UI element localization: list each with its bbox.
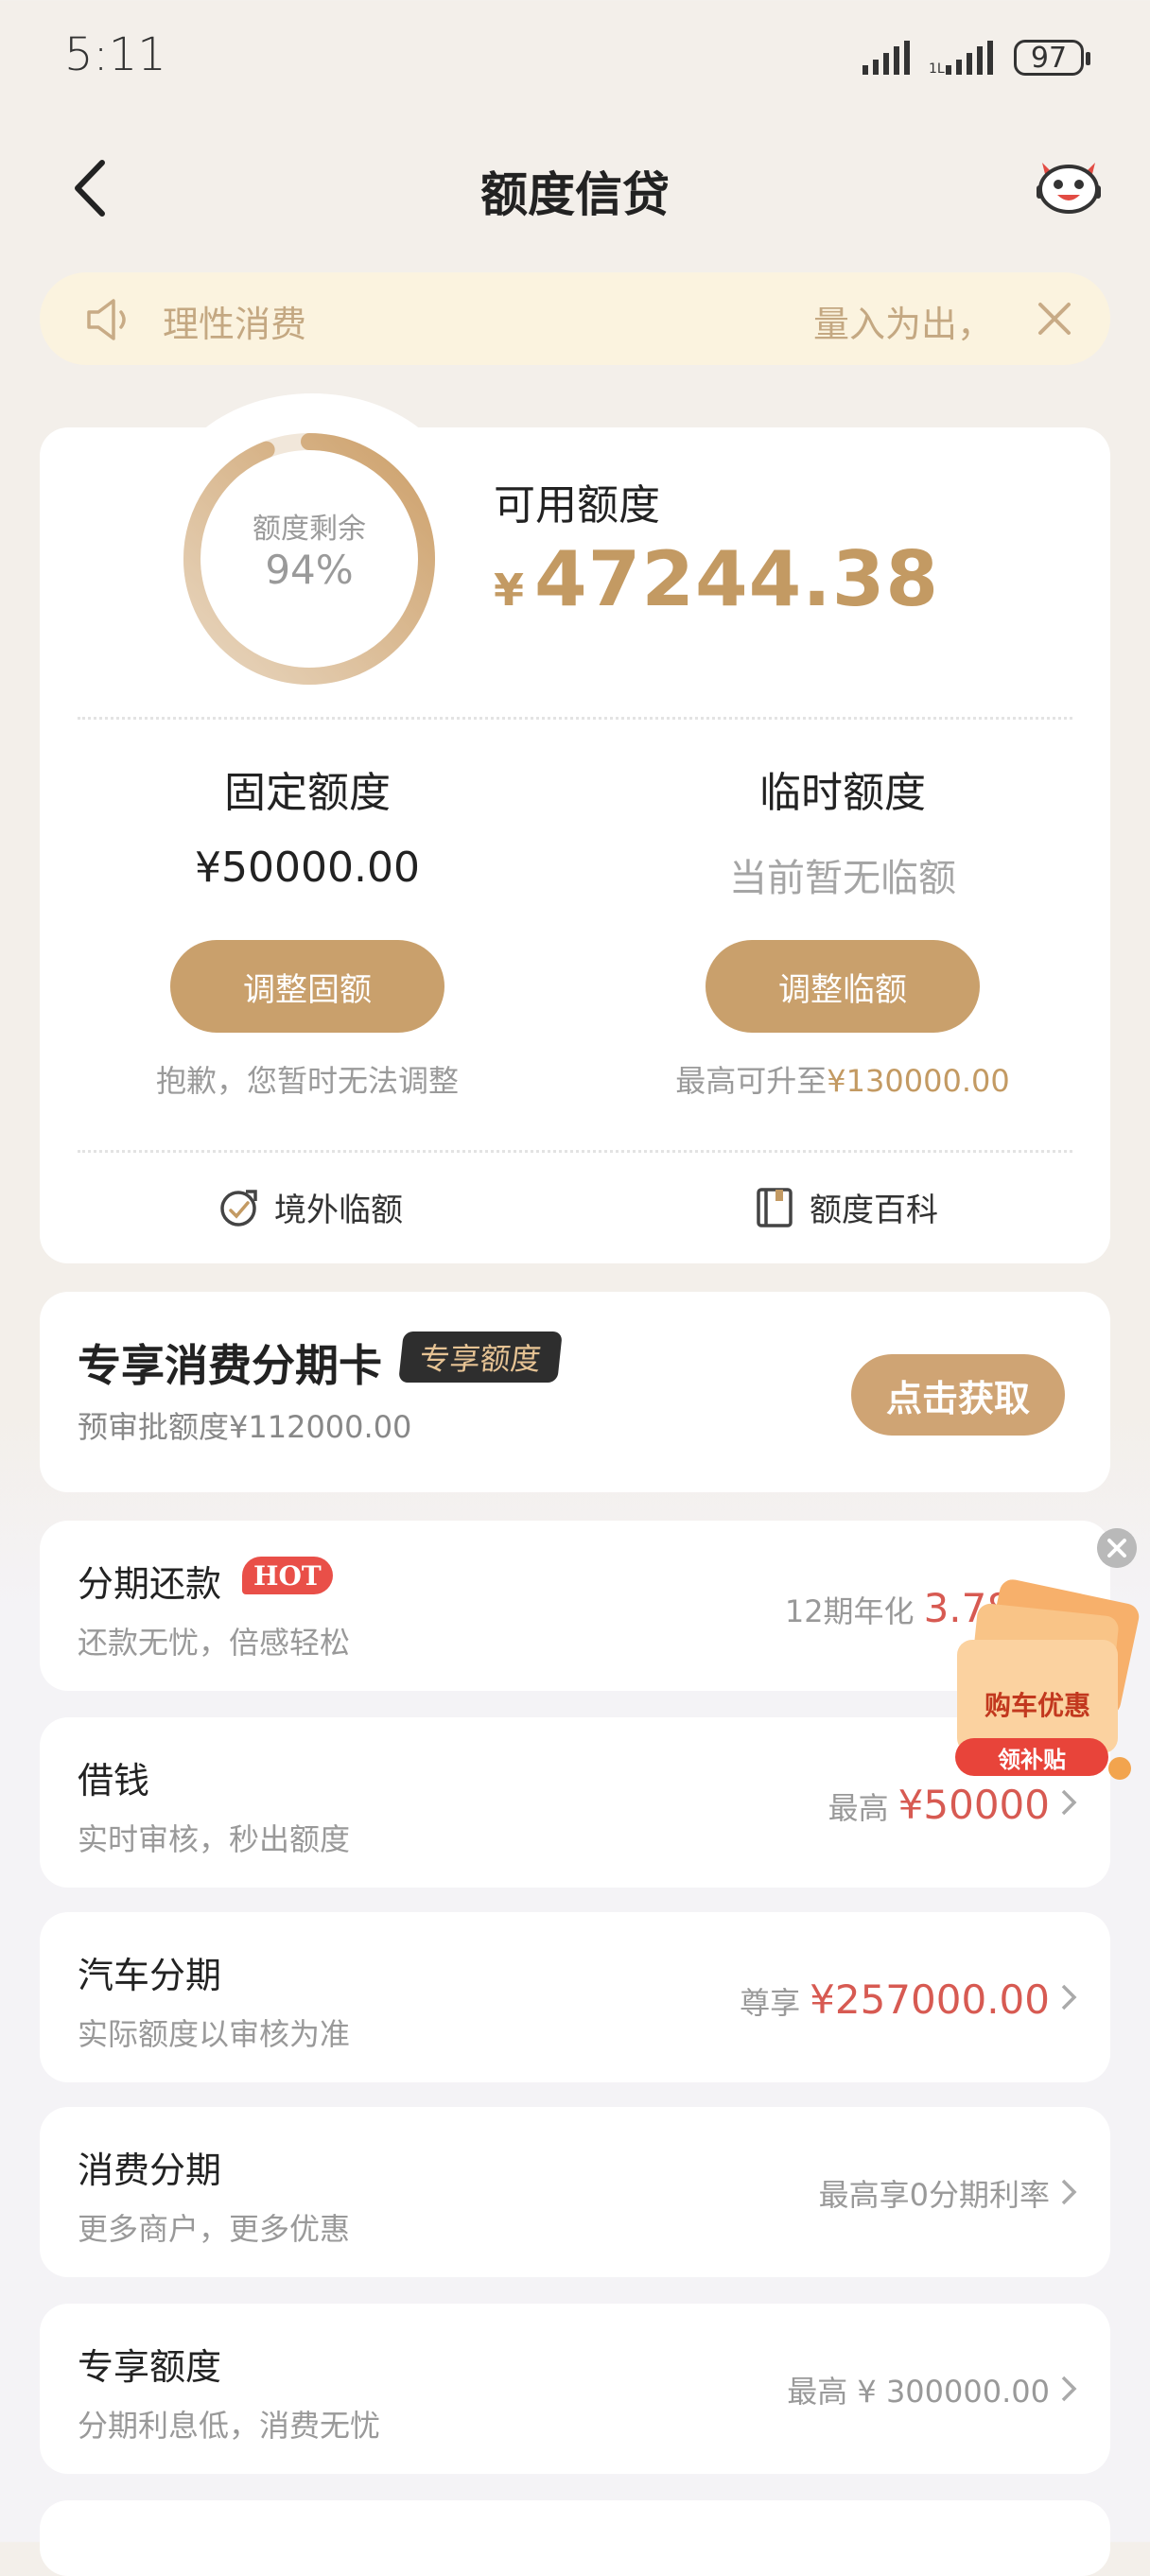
row-right-prefix: 最高 ¥ 300000.00 — [787, 2374, 1050, 2410]
row-subtitle: 还款无忧，倍感轻松 — [78, 1625, 351, 1661]
adjust-temporary-button[interactable]: 调整临额 — [706, 940, 980, 1033]
adjust-fixed-button[interactable]: 调整固额 — [170, 940, 444, 1033]
ring-percent: 94% — [265, 547, 354, 593]
fixed-note: 抱歉，您暂时无法调整 — [155, 1063, 459, 1099]
svg-text:1L: 1L — [929, 61, 945, 75]
row-title: 消费分期 — [78, 2150, 222, 2191]
row-right-prefix: 12期年化 — [784, 1593, 915, 1629]
overseas-label: 境外临额 — [274, 1192, 403, 1229]
get-button[interactable]: 点击获取 — [851, 1354, 1065, 1436]
row-right-prefix: 最高 — [828, 1790, 889, 1826]
chevron-right-icon — [1061, 1789, 1077, 1816]
credit-card: 额度剩余 94% 可用额度 ¥47244.38 固定额度 临时额度 ¥50000… — [40, 393, 1110, 1263]
row-subtitle: 实时审核，秒出额度 — [78, 1821, 351, 1857]
row-subtitle: 实际额度以审核为准 — [78, 2016, 351, 2052]
row-right: 最高 ¥ 300000.00 — [787, 2368, 1050, 2411]
row-title: 借钱 — [78, 1760, 150, 1801]
list-item-exclusive-credit[interactable]: 专享额度 分期利息低，消费无忧 最高 ¥ 300000.00 — [40, 2304, 1110, 2474]
battery-level: 97 — [1030, 41, 1068, 75]
fixed-title: 固定额度 — [224, 769, 391, 817]
page-title: 额度信贷 — [480, 167, 670, 222]
credit-wiki-link[interactable]: 额度百科 — [753, 1184, 938, 1230]
close-icon[interactable] — [1097, 1528, 1137, 1568]
signal-2-icon: 1L — [929, 41, 993, 75]
overseas-icon — [220, 1189, 257, 1227]
installment-card-title: 专享消费分期卡 — [78, 1340, 382, 1391]
close-icon[interactable] — [1033, 297, 1076, 340]
row-right-value: ¥50000 — [897, 1782, 1050, 1828]
notice-text-scrolling: 量入为出， — [812, 304, 993, 345]
temporary-note: 最高可升至¥130000.00 — [575, 1057, 1110, 1101]
ring-label: 额度剩余 — [253, 513, 366, 546]
status-icons: 1L 97 — [861, 36, 1090, 79]
divider — [78, 717, 1072, 720]
signal-icon — [862, 41, 910, 75]
credit-wiki-label: 额度百科 — [810, 1192, 938, 1229]
divider — [78, 1150, 1072, 1153]
mascot-icon[interactable] — [1033, 151, 1105, 218]
temporary-note-amount: ¥130000.00 — [827, 1063, 1010, 1099]
available-amount: ¥47244.38 — [494, 535, 939, 623]
chevron-right-icon — [1061, 2376, 1077, 2402]
installment-card-subtitle: 预审批额度¥112000.00 — [78, 1409, 412, 1445]
installment-card[interactable]: 专享消费分期卡 专享额度 预审批额度¥112000.00 点击获取 — [40, 1292, 1110, 1492]
fixed-value: ¥50000.00 — [195, 844, 420, 892]
promo-button[interactable]: 领补贴 — [955, 1738, 1108, 1776]
row-right: 最高 ¥50000 — [828, 1782, 1050, 1828]
row-subtitle: 分期利息低，消费无忧 — [78, 2408, 381, 2444]
battery-indicator: 97 — [1014, 40, 1090, 76]
temporary-note-prefix: 最高可升至 — [675, 1063, 828, 1099]
row-title: 专享额度 — [78, 2346, 222, 2388]
temporary-title: 临时额度 — [759, 769, 926, 817]
list-item-borrow[interactable]: 借钱 实时审核，秒出额度 最高 ¥50000 — [40, 1717, 1110, 1888]
row-title: 汽车分期 — [78, 1955, 222, 1996]
available-value: 47244.38 — [534, 535, 940, 623]
exclusive-badge: 专享额度 — [398, 1332, 563, 1383]
list-item-car-installment[interactable]: 汽车分期 实际额度以审核为准 尊享 ¥257000.00 — [40, 1912, 1110, 2082]
list-item-consumer-installment[interactable]: 消费分期 更多商户，更多优惠 最高享0分期利率 — [40, 2107, 1110, 2277]
notice-text: 理性消费 — [163, 304, 307, 345]
list-item-partial[interactable] — [40, 2500, 1110, 2576]
overseas-temp-link[interactable]: 境外临额 — [218, 1184, 403, 1230]
list-item-installment-repay[interactable]: 分期还款 HOT 还款无忧，倍感轻松 12期年化3.78% — [40, 1521, 1110, 1691]
row-right: 最高享0分期利率 — [819, 2171, 1050, 2215]
notice-bar[interactable]: 理性消费 量入为出， — [40, 272, 1110, 365]
row-right-prefix: 尊享 — [740, 1985, 801, 2021]
temporary-value: 当前暂无临额 — [729, 857, 956, 900]
available-label: 可用额度 — [494, 481, 660, 530]
row-subtitle: 更多商户，更多优惠 — [78, 2211, 351, 2247]
row-title: 分期还款 — [78, 1563, 222, 1605]
speaker-icon — [87, 299, 126, 340]
hot-badge: HOT — [242, 1557, 333, 1594]
status-time: 5:11 — [64, 28, 166, 81]
promo-title: 购车优惠 — [984, 1690, 1090, 1721]
row-right: 尊享 ¥257000.00 — [740, 1976, 1050, 2023]
row-right-prefix: 最高享0分期利率 — [818, 2177, 1050, 2213]
book-icon — [757, 1187, 793, 1227]
chevron-right-icon — [1061, 2179, 1077, 2205]
chevron-right-icon — [1061, 1984, 1077, 2010]
row-right-value: ¥257000.00 — [810, 1976, 1050, 2023]
currency-symbol: ¥ — [494, 565, 526, 616]
